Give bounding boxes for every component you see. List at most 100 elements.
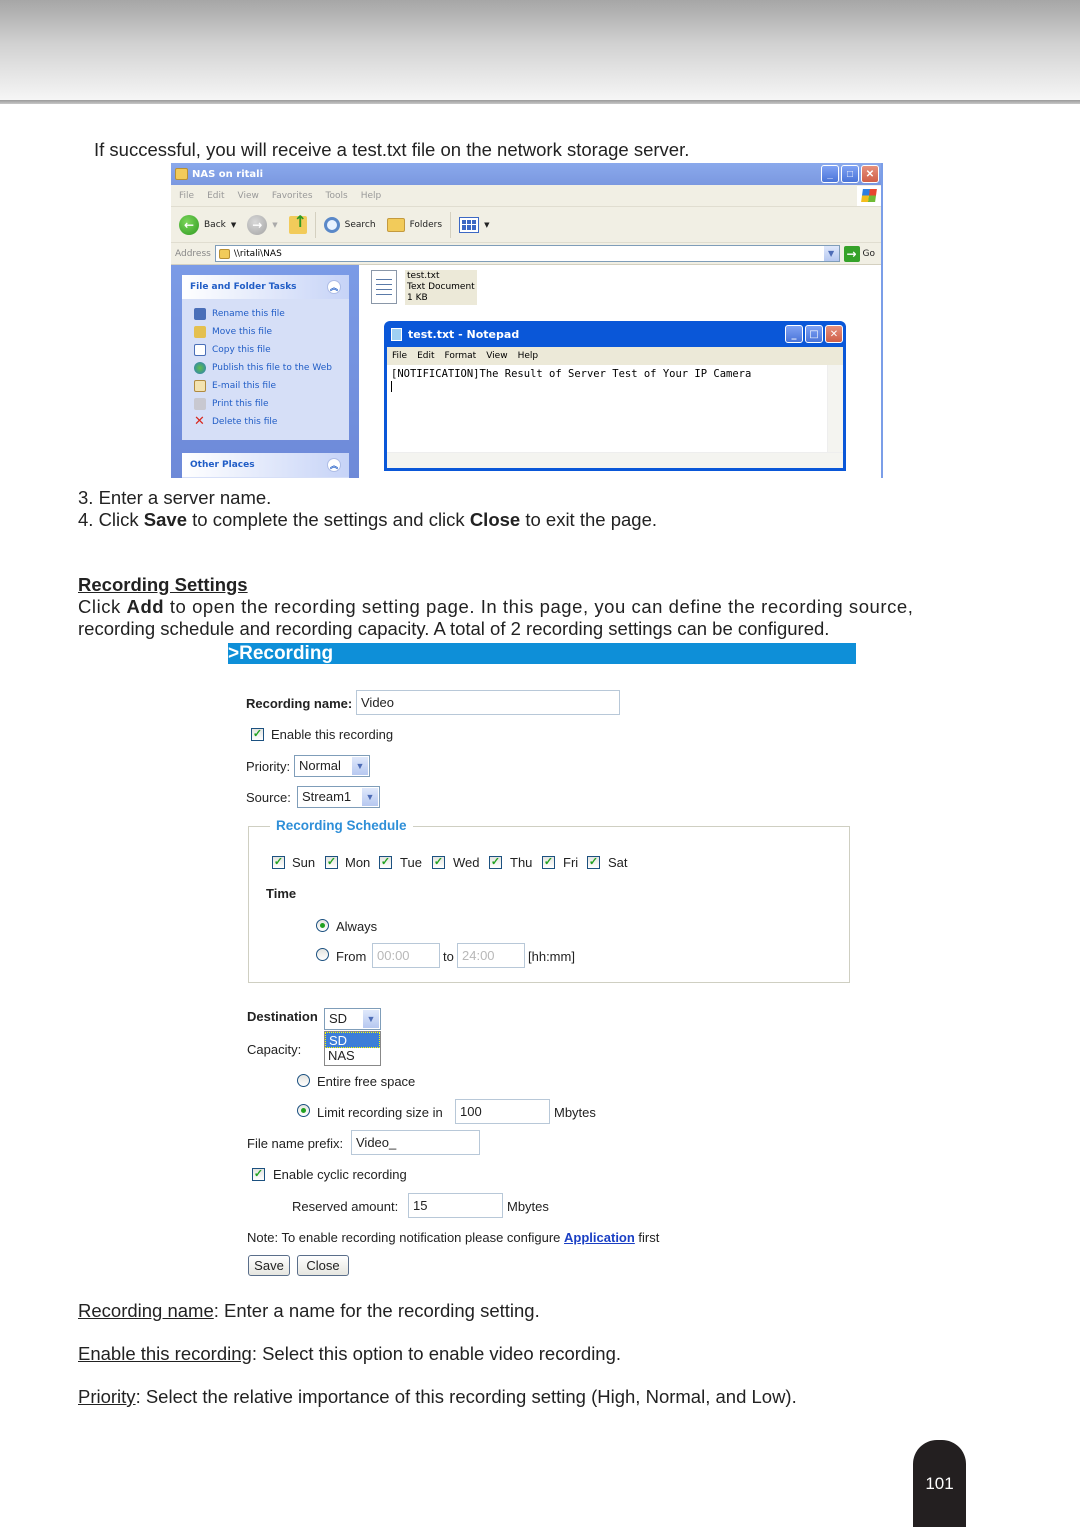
recording-schedule-legend: Recording Schedule (270, 818, 413, 833)
vertical-scrollbar[interactable] (827, 365, 843, 452)
task-label: Rename this file (212, 309, 285, 319)
recording-name-input[interactable]: Video (356, 690, 620, 715)
minimize-button[interactable]: _ (785, 325, 803, 343)
chevron-down-icon: ▼ (362, 788, 378, 806)
day-mon-checkbox[interactable]: ✓ (325, 856, 338, 869)
day-thu-checkbox[interactable]: ✓ (489, 856, 502, 869)
description-priority: Priority: Select the relative importance… (78, 1386, 797, 1407)
menu-file[interactable]: File (179, 191, 194, 201)
task-delete[interactable]: ✕ Delete this file (194, 413, 339, 431)
cyclic-recording-label: Enable cyclic recording (273, 1167, 407, 1182)
destination-select[interactable]: SD ▼ (324, 1008, 381, 1030)
task-copy[interactable]: Copy this file (194, 341, 339, 359)
task-publish[interactable]: Publish this file to the Web (194, 359, 339, 377)
search-icon[interactable] (323, 216, 340, 233)
day-fri-checkbox[interactable]: ✓ (542, 856, 555, 869)
reserved-amount-input[interactable]: 15 (408, 1193, 503, 1218)
file-prefix-input[interactable]: Video_ (351, 1130, 480, 1155)
destination-option-sd[interactable]: SD (325, 1032, 380, 1048)
file-type: Text Document (407, 282, 475, 292)
notepad-title-bar: test.txt - Notepad _ □ ✕ (387, 321, 843, 347)
save-button[interactable]: Save (248, 1255, 290, 1276)
text-cursor (391, 381, 392, 392)
step-3: 3. Enter a server name. (78, 487, 272, 508)
task-label: Delete this file (212, 417, 278, 427)
search-button[interactable]: Search (345, 220, 376, 230)
time-format-label: [hh:mm] (528, 949, 575, 964)
task-panel-header[interactable]: File and Folder Tasks ︽ (182, 275, 349, 299)
np-menu-view[interactable]: View (486, 351, 507, 361)
explorer-content: File and Folder Tasks ︽ Rename this file… (171, 265, 881, 478)
priority-select[interactable]: Normal ▼ (294, 755, 370, 777)
np-menu-edit[interactable]: Edit (417, 351, 434, 361)
explorer-window: NAS on ritali _ □ ✕ File Edit View Favor… (171, 163, 883, 478)
day-sat-checkbox[interactable]: ✓ (587, 856, 600, 869)
back-button[interactable]: Back (204, 220, 226, 230)
page-header-rule (0, 100, 1080, 104)
always-radio[interactable] (316, 919, 329, 932)
address-dropdown-icon[interactable]: ▼ (823, 246, 839, 261)
entire-free-space-radio[interactable] (297, 1074, 310, 1087)
go-button[interactable]: → Go (840, 245, 881, 262)
time-label: Time (266, 886, 297, 901)
task-print[interactable]: Print this file (194, 395, 339, 413)
menu-tools[interactable]: Tools (326, 191, 348, 201)
notepad-window: test.txt - Notepad _ □ ✕ File Edit Forma… (384, 321, 846, 471)
close-window-button[interactable]: ✕ (825, 325, 843, 343)
destination-option-nas[interactable]: NAS (325, 1048, 380, 1064)
close-window-button[interactable]: ✕ (861, 165, 879, 183)
back-dropdown-icon[interactable]: ▼ (231, 221, 236, 229)
explorer-title-bar: NAS on ritali _ □ ✕ (171, 163, 881, 185)
task-rename[interactable]: Rename this file (194, 305, 339, 323)
np-menu-file[interactable]: File (392, 351, 407, 361)
chevron-down-icon: ▼ (363, 1010, 379, 1028)
page-number: 101 (925, 1474, 954, 1493)
other-places-header[interactable]: Other Places ︽ (182, 453, 349, 477)
task-email[interactable]: E-mail this file (194, 377, 339, 395)
collapse-chevron-icon[interactable]: ︽ (327, 280, 341, 294)
folders-button[interactable]: Folders (410, 220, 443, 230)
collapse-chevron-icon[interactable]: ︽ (327, 458, 341, 472)
np-menu-help[interactable]: Help (518, 351, 539, 361)
folder-up-icon[interactable] (288, 212, 307, 234)
folders-icon[interactable] (386, 217, 405, 232)
menu-help[interactable]: Help (361, 191, 382, 201)
notepad-content: [NOTIFICATION]The Result of Server Test … (391, 368, 752, 380)
reserved-amount-unit: Mbytes (507, 1199, 549, 1214)
notepad-text-area[interactable]: [NOTIFICATION]The Result of Server Test … (387, 365, 843, 468)
toolbar-separator (314, 211, 316, 238)
limit-size-input[interactable]: 100 (455, 1099, 550, 1124)
application-link[interactable]: Application (564, 1230, 635, 1245)
cyclic-recording-checkbox[interactable]: ✓ (252, 1168, 265, 1181)
menu-favorites[interactable]: Favorites (272, 191, 313, 201)
from-radio[interactable] (316, 948, 329, 961)
close-button[interactable]: Close (297, 1255, 349, 1276)
back-arrow-icon[interactable]: ← (179, 214, 199, 235)
menu-edit[interactable]: Edit (207, 191, 224, 201)
maximize-button[interactable]: □ (841, 165, 859, 183)
horizontal-scrollbar[interactable] (387, 452, 843, 468)
maximize-button[interactable]: □ (805, 325, 823, 343)
forward-dropdown-icon[interactable]: ▼ (272, 221, 277, 229)
minimize-button[interactable]: _ (821, 165, 839, 183)
go-label: Go (862, 248, 875, 259)
address-value: \\ritali\NAS (233, 248, 282, 259)
address-input[interactable]: \\ritali\NAS ▼ (214, 245, 840, 262)
task-label: Move this file (212, 327, 272, 337)
task-move[interactable]: Move this file (194, 323, 339, 341)
to-time-input[interactable]: 24:00 (457, 943, 525, 968)
menu-view[interactable]: View (238, 191, 259, 201)
limit-size-radio[interactable] (297, 1104, 310, 1117)
np-menu-format[interactable]: Format (445, 351, 477, 361)
file-item-test-txt[interactable]: test.txt Text Document 1 KB (371, 270, 477, 305)
views-icon[interactable] (459, 216, 480, 233)
from-time-input[interactable]: 00:00 (372, 943, 440, 968)
day-tue-checkbox[interactable]: ✓ (379, 856, 392, 869)
day-wed-checkbox[interactable]: ✓ (432, 856, 445, 869)
day-sun-checkbox[interactable]: ✓ (272, 856, 285, 869)
forward-arrow-icon[interactable]: → (247, 214, 268, 235)
enable-recording-checkbox[interactable]: ✓ (251, 728, 264, 741)
source-select[interactable]: Stream1 ▼ (297, 786, 380, 808)
nas-folder-icon (175, 168, 188, 180)
views-dropdown-icon[interactable]: ▼ (484, 221, 489, 229)
